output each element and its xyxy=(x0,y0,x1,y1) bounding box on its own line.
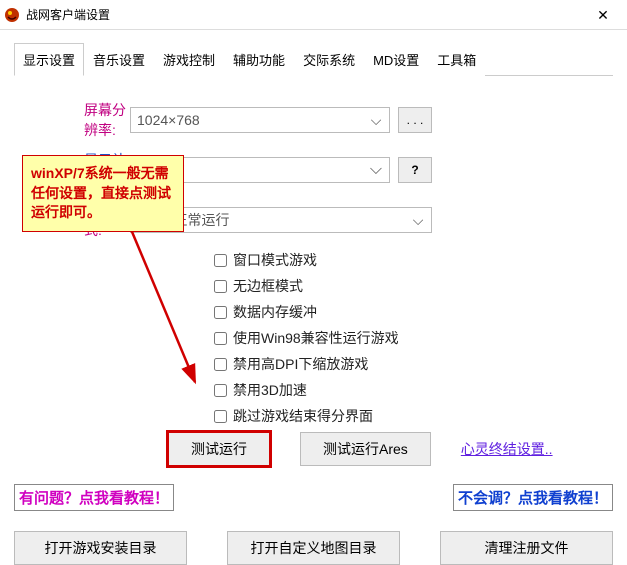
check-skipscore[interactable]: 跳过游戏结束得分界面 xyxy=(210,406,607,426)
checkbox[interactable] xyxy=(214,332,227,345)
tab-tools[interactable]: 工具箱 xyxy=(428,43,485,76)
checkbox-group: 窗口模式游戏 无边框模式 数据内存缓冲 使用Win98兼容性运行游戏 禁用高DP… xyxy=(210,250,607,426)
titlebar: 战网客户端设置 ✕ xyxy=(0,0,627,30)
checkbox[interactable] xyxy=(214,384,227,397)
tab-assist[interactable]: 辅助功能 xyxy=(224,43,294,76)
tab-music[interactable]: 音乐设置 xyxy=(84,43,154,76)
resolution-more-button[interactable]: . . . xyxy=(398,107,432,133)
checkbox[interactable] xyxy=(214,306,227,319)
chevron-down-icon: ⌵ xyxy=(367,112,385,129)
checkbox[interactable] xyxy=(214,254,227,267)
check-dpi[interactable]: 禁用高DPI下缩放游戏 xyxy=(210,354,607,374)
clean-registry-button[interactable]: 清理注册文件 xyxy=(440,531,613,565)
check-windowed[interactable]: 窗口模式游戏 xyxy=(210,250,607,270)
check-3d[interactable]: 禁用3D加速 xyxy=(210,380,607,400)
check-win98[interactable]: 使用Win98兼容性运行游戏 xyxy=(210,328,607,348)
chevron-down-icon: ⌵ xyxy=(409,212,427,229)
help-row: 有问题？点我看教程！ 不会调？点我看教程！ xyxy=(14,484,613,511)
checkbox[interactable] xyxy=(214,410,227,423)
combo-resolution[interactable]: 1024×768 ⌵ xyxy=(130,107,390,133)
tab-strip: 显示设置 音乐设置 游戏控制 辅助功能 交际系统 MD设置 工具箱 xyxy=(14,42,613,76)
check-membuffer[interactable]: 数据内存缓冲 xyxy=(210,302,607,322)
combo-resolution-value: 1024×768 xyxy=(137,112,200,128)
open-maps-dir-button[interactable]: 打开自定义地图目录 xyxy=(227,531,400,565)
tab-display[interactable]: 显示设置 xyxy=(14,43,84,76)
window-title: 战网客户端设置 xyxy=(26,6,583,23)
row-resolution: 屏幕分辨率: 1024×768 ⌵ . . . xyxy=(20,100,607,140)
test-run-ares-button[interactable]: 测试运行Ares xyxy=(300,432,431,466)
tab-md[interactable]: MD设置 xyxy=(364,43,428,76)
run-row: 测试运行 测试运行Ares 心灵终结设置.. xyxy=(168,432,607,466)
checkbox[interactable] xyxy=(214,358,227,371)
app-icon xyxy=(4,7,20,23)
help-left-link[interactable]: 有问题？点我看教程！ xyxy=(14,484,174,511)
help-right-link[interactable]: 不会调？点我看教程！ xyxy=(453,484,613,511)
bottom-row: 打开游戏安装目录 打开自定义地图目录 清理注册文件 xyxy=(14,531,613,565)
tab-social[interactable]: 交际系统 xyxy=(294,43,364,76)
label-resolution: 屏幕分辨率: xyxy=(20,100,130,140)
close-button[interactable]: ✕ xyxy=(583,1,623,29)
checkbox[interactable] xyxy=(214,280,227,293)
callout-tip: winXP/7系统一般无需任何设置，直接点测试运行即可。 xyxy=(22,155,184,232)
open-install-dir-button[interactable]: 打开游戏安装目录 xyxy=(14,531,187,565)
mental-omega-link[interactable]: 心灵终结设置.. xyxy=(461,439,553,459)
chevron-down-icon: ⌵ xyxy=(367,161,385,179)
tab-control[interactable]: 游戏控制 xyxy=(154,43,224,76)
patch-help-button[interactable]: ? xyxy=(398,157,432,183)
test-run-button[interactable]: 测试运行 xyxy=(168,432,270,466)
check-borderless[interactable]: 无边框模式 xyxy=(210,276,607,296)
tab-content: 屏幕分辨率: 1024×768 ⌵ . . . 显示补丁: 无补丁 ⌵ ? 运行… xyxy=(0,76,627,466)
